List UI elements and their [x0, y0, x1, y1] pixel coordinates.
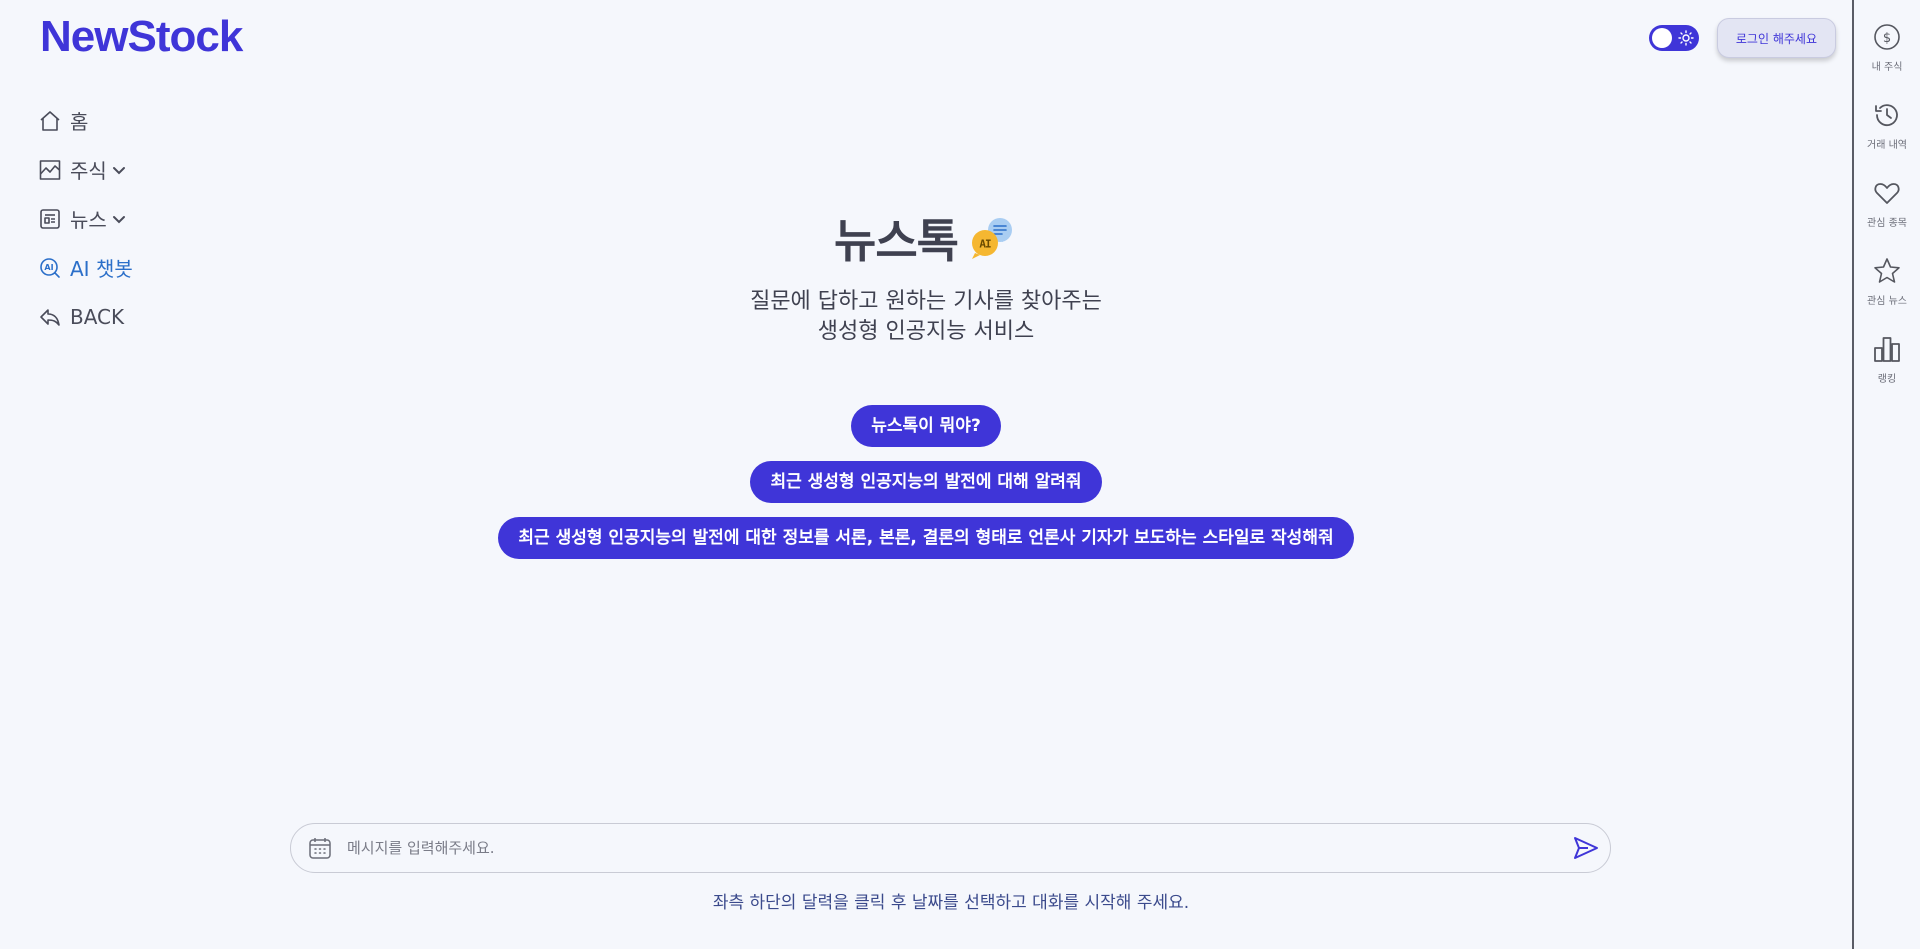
right-sidebar: $ 내 주식 거래 내역 관심 종목 관심 뉴스 랭킹 [1852, 0, 1920, 949]
sidebar-item-label: 관심 종목 [1867, 218, 1907, 229]
login-button[interactable]: 로그인 해주세요 [1716, 18, 1836, 58]
history-icon [1875, 104, 1898, 127]
subtitle-line-2: 생성형 인공지능 서비스 [817, 319, 1035, 344]
ai-badge-text: AI [979, 238, 991, 251]
send-icon[interactable] [1572, 834, 1600, 862]
sidebar-item-watchlist[interactable]: 관심 종목 [1854, 156, 1920, 234]
ai-chat-badge-icon: AI [968, 213, 1018, 263]
sidebar-item-label: 내 주식 [1871, 62, 1903, 73]
page-subtitle: 질문에 답하고 원하는 기사를 찾아주는 생성형 인공지능 서비스 [0, 287, 1852, 347]
nav-item-label: 주식 [70, 159, 107, 183]
toggle-knob [1651, 28, 1672, 48]
nav-item-home[interactable]: 홈 [38, 96, 133, 145]
sidebar-item-my-stocks[interactable]: $ 내 주식 [1854, 0, 1920, 78]
subtitle-line-1: 질문에 답하고 원하는 기사를 찾아주는 [750, 289, 1102, 314]
suggestion-chip[interactable]: 최근 생성형 인공지능의 발전에 대해 알려줘 [750, 461, 1102, 503]
sidebar-item-ranking[interactable]: 랭킹 [1854, 312, 1920, 390]
sun-icon [1678, 30, 1694, 46]
hero: 뉴스톡 AI 질문에 답하고 원하는 기사를 찾아주는 생성형 인공지능 서비스 [0, 205, 1852, 347]
page-title-text: 뉴스톡 [834, 214, 959, 268]
suggestion-chip[interactable]: 최근 생성형 인공지능의 발전에 대한 정보를 서론, 본론, 결론의 형태로 … [498, 517, 1354, 559]
sidebar-item-history[interactable]: 거래 내역 [1854, 78, 1920, 156]
suggestion-chip[interactable]: 뉴스톡이 뭐야? [851, 405, 1001, 447]
sidebar-item-saved-news[interactable]: 관심 뉴스 [1854, 234, 1920, 312]
chat-hint: 좌측 하단의 달력을 클릭 후 날짜를 선택하고 대화를 시작해 주세요. [712, 893, 1190, 913]
chevron-down-icon [112, 163, 126, 177]
sidebar-item-label: 관심 뉴스 [1867, 296, 1907, 307]
dollar-coin-icon: $ [1874, 24, 1900, 50]
header-actions: 로그인 해주세요 [1648, 18, 1836, 58]
suggestion-list: 뉴스톡이 뭐야? 최근 생성형 인공지능의 발전에 대해 알려줘 최근 생성형 … [0, 405, 1852, 573]
chart-icon [38, 158, 62, 182]
calendar-icon[interactable] [307, 835, 333, 861]
message-input[interactable] [347, 839, 1572, 857]
sidebar-item-label: 거래 내역 [1867, 140, 1907, 151]
theme-toggle[interactable] [1648, 25, 1699, 51]
heart-icon [1874, 183, 1900, 204]
home-icon [38, 109, 62, 133]
page-title: 뉴스톡 AI [834, 205, 1018, 271]
svg-text:$: $ [1883, 31, 1891, 46]
chat-input-bar [290, 823, 1611, 873]
bar-chart-icon [1874, 337, 1900, 362]
newstock-logo[interactable]: NewStock [40, 12, 243, 62]
sidebar-item-label: 랭킹 [1877, 374, 1897, 385]
nav-item-stocks[interactable]: 주식 [38, 145, 133, 194]
star-icon [1874, 258, 1900, 283]
nav-item-label: 홈 [70, 110, 89, 134]
